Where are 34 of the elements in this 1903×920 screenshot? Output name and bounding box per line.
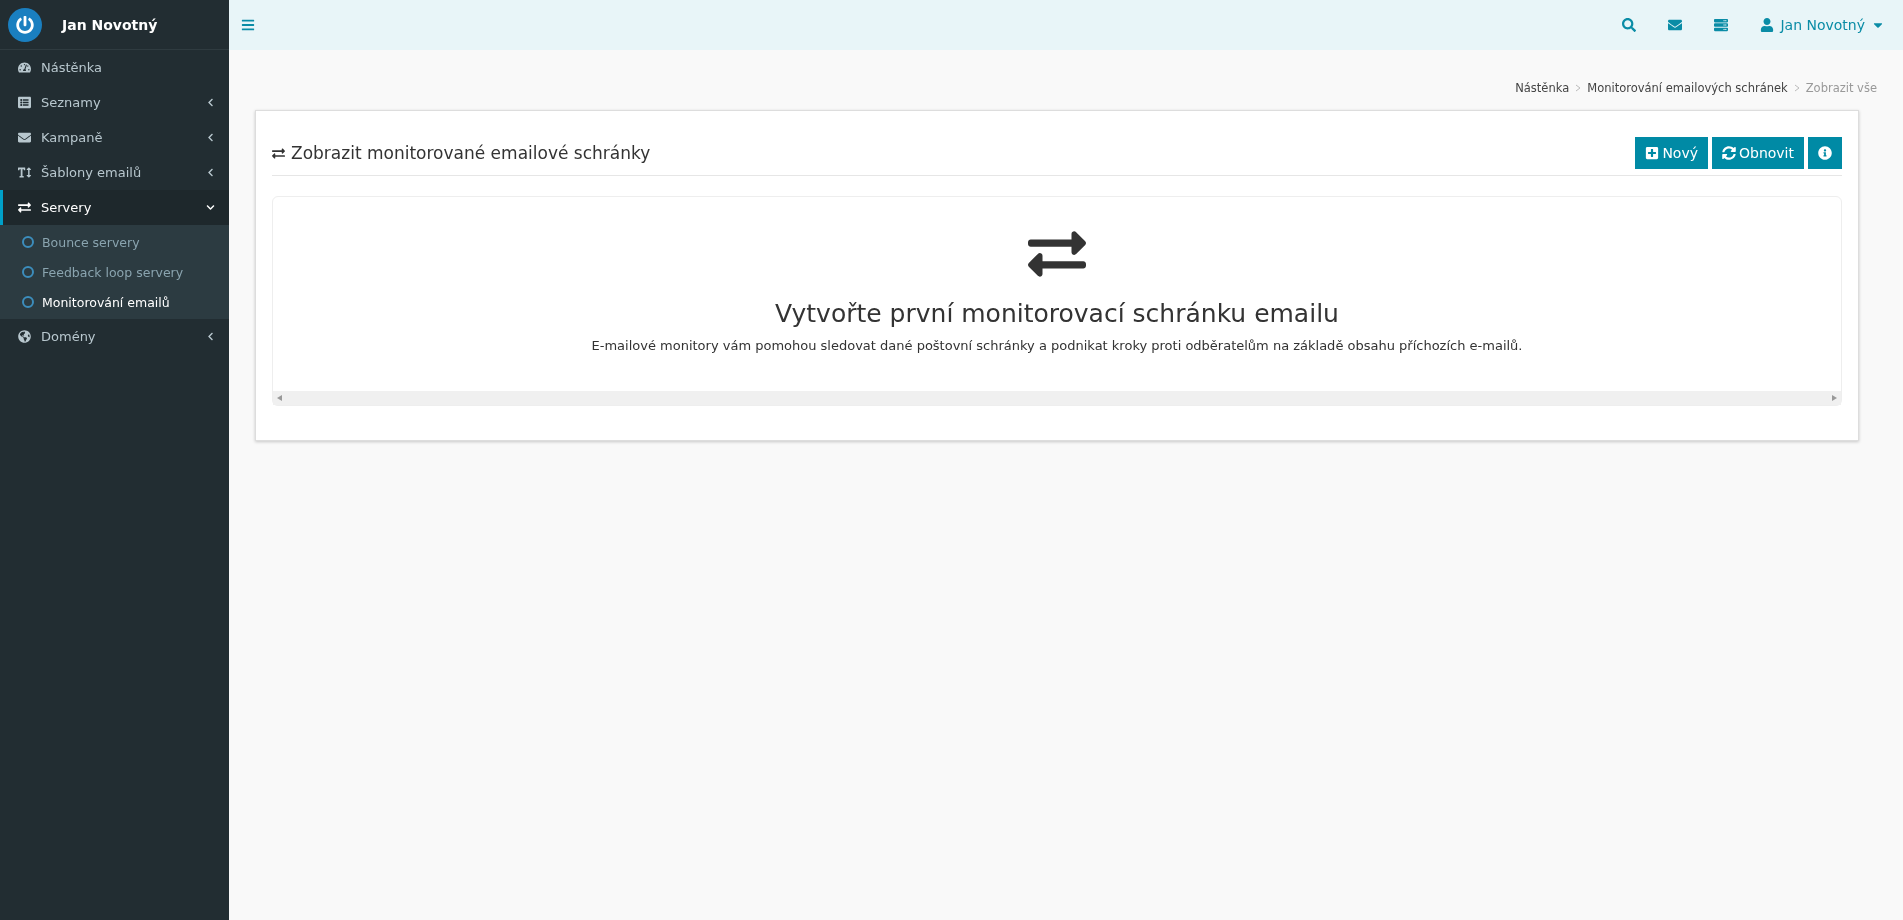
submenu-item[interactable]: Monitorování emailů [0,287,229,317]
scroll-right-icon[interactable] [1832,395,1837,401]
sidebar-item[interactable]: Nástěnka [0,50,229,85]
circle-icon [22,266,34,278]
breadcrumb-link[interactable]: Nástěnka [1515,81,1570,95]
refresh-icon [1722,146,1736,160]
search-icon[interactable] [1622,18,1637,32]
sidebar-item[interactable]: Kampaně [0,120,229,155]
user-menu[interactable]: Jan Novotný [1760,17,1885,33]
scrollbar[interactable] [273,391,1841,405]
sidebar-item[interactable]: Domény [0,319,229,354]
exchange-icon [272,146,285,160]
sidebar-item[interactable]: Šablony emailů [0,155,229,190]
sidebar-item[interactable]: Servery [0,190,229,225]
empty-heading: Vytvořte první monitorovací schránku emailu [775,299,1339,328]
circle-icon [22,296,34,308]
new-button[interactable]: Nový [1635,137,1708,169]
power-logo-icon [8,7,42,42]
scroll-left-icon[interactable] [277,395,282,401]
submenu-item[interactable]: Feedback loop servery [0,257,229,287]
server-icon[interactable] [1714,18,1729,32]
sidebar-item[interactable]: Seznamy [0,85,229,120]
submenu-item[interactable]: Bounce servery [0,227,229,257]
user-icon [1760,18,1775,32]
envelope-icon[interactable] [1668,18,1683,32]
circle-icon [22,236,34,248]
refresh-button[interactable]: Obnovit [1712,137,1804,169]
breadcrumb-link[interactable]: Monitorování emailových schránek [1587,81,1788,95]
empty-text: E-mailové monitory vám pomohou sledovat dané poštovní schránky a podnikat kroky proti odběratelům na základě obsahu příchozích e-mailů. [591,338,1523,353]
brand-name: Jan Novotný [62,16,158,33]
info-button[interactable] [1808,137,1842,169]
info-icon [1818,146,1832,160]
panel-title: Zobrazit monitorované emailové schránky [291,143,651,163]
plus-icon [1645,146,1660,160]
